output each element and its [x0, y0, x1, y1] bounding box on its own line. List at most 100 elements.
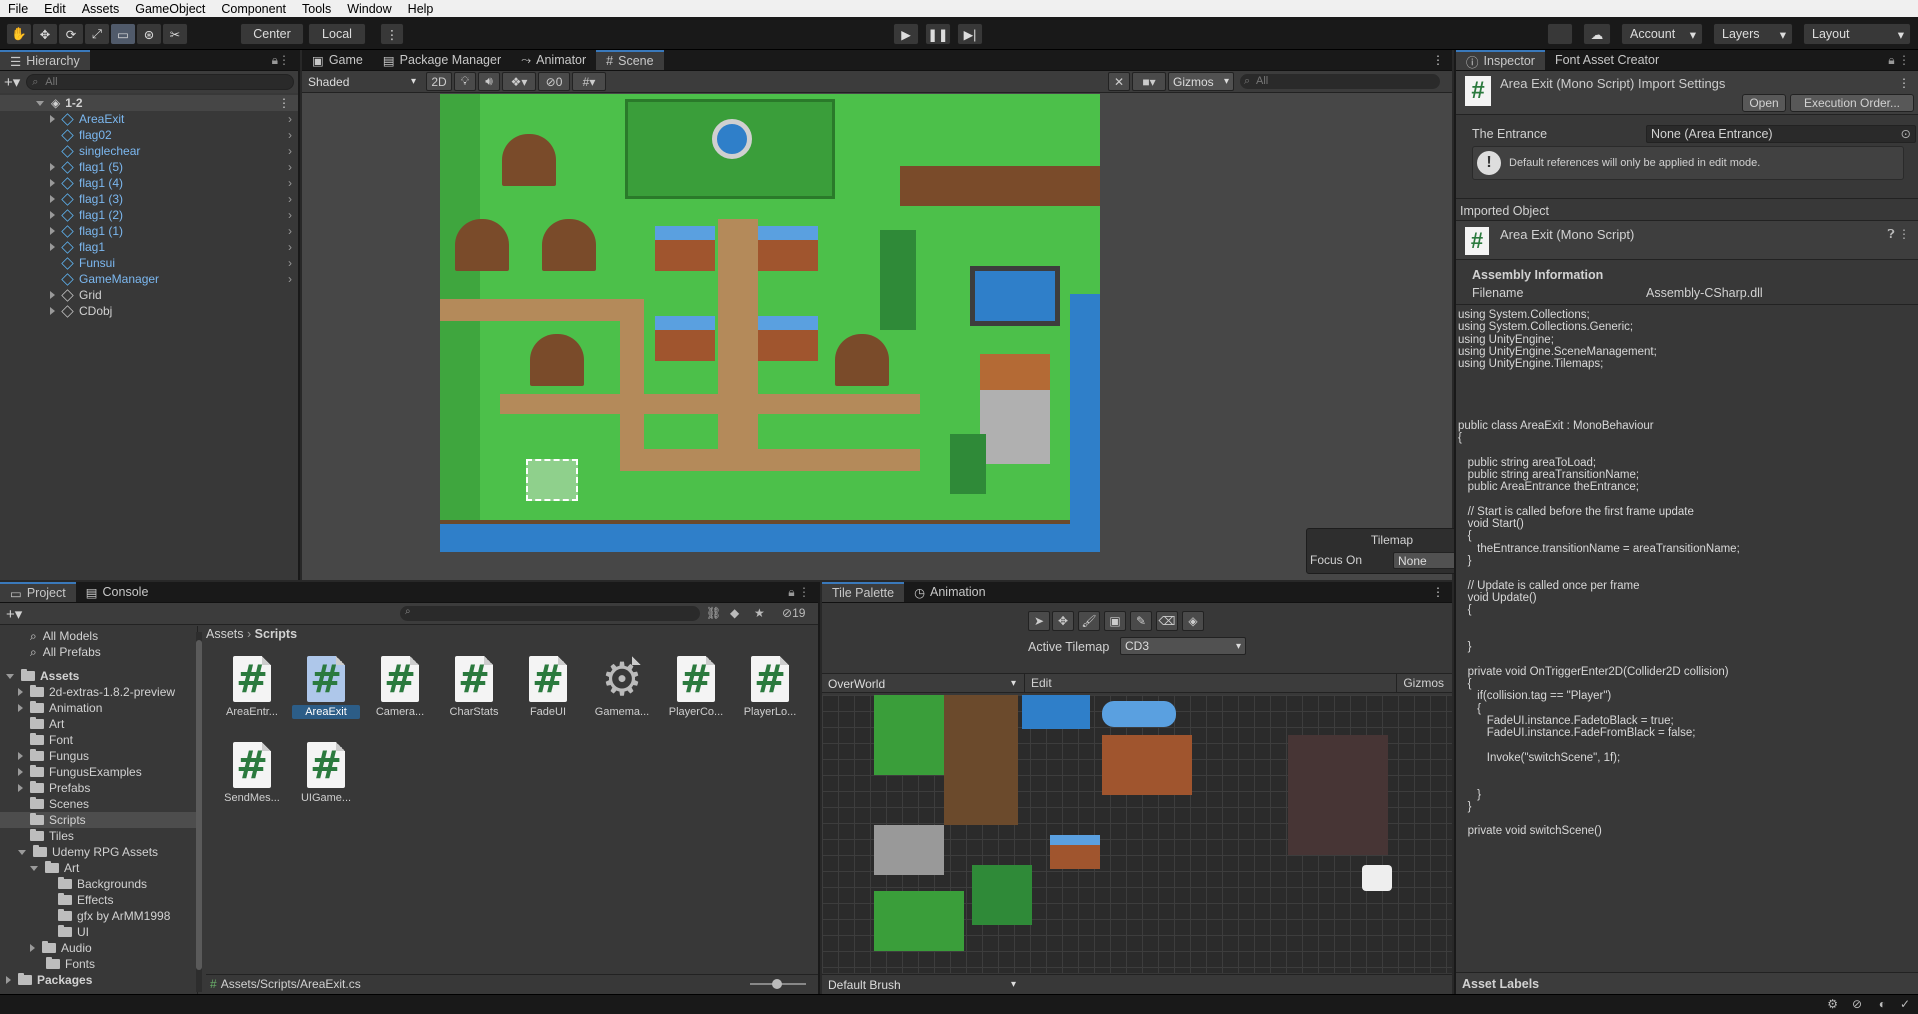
edit-palette-button[interactable]: Edit	[1024, 674, 1058, 693]
chevron-right-icon[interactable]: ›	[288, 176, 292, 190]
progress-icon[interactable]: ⊘	[1852, 997, 1862, 1011]
tab-game[interactable]: ▣ Game	[302, 50, 373, 70]
palette-tile-water[interactable]	[1022, 695, 1090, 729]
grid-icon[interactable]: #▾	[572, 72, 606, 91]
palette-tile-bush[interactable]	[972, 865, 1032, 925]
tree-folder[interactable]: Art	[0, 860, 197, 876]
paint-brush-icon[interactable]: 🖌︎	[1078, 611, 1100, 631]
check-icon[interactable]: ✓	[1900, 997, 1910, 1011]
hidden-packages-toggle[interactable]: ⊘19	[782, 606, 805, 620]
help-icon[interactable]: ❓︎ ⋮	[1887, 227, 1910, 242]
audio-icon[interactable]: 🔊︎	[478, 72, 500, 91]
menu-file[interactable]: File	[0, 2, 36, 16]
asset-script[interactable]: # CharStats	[440, 656, 508, 719]
palette-tile-cloud[interactable]	[1362, 865, 1392, 891]
brush-dropdown[interactable]: Default Brush	[824, 976, 1020, 993]
palette-tile-roof[interactable]	[1102, 735, 1192, 795]
asset-script[interactable]: # FadeUI	[514, 656, 582, 719]
expand-arrow-icon[interactable]	[50, 179, 55, 187]
chevron-right-icon[interactable]: ›	[288, 160, 292, 174]
tab-animation[interactable]: ◷ Animation	[904, 582, 996, 602]
icon-size-slider[interactable]	[750, 978, 806, 989]
tree-folder[interactable]: Assets	[0, 668, 197, 684]
tree-folder[interactable]: FungusExamples	[0, 764, 197, 780]
asset-script[interactable]: # AreaEntr...	[218, 656, 286, 719]
filter-by-label-icon[interactable]: ◆	[730, 606, 739, 620]
palette-tile-grass[interactable]	[874, 695, 944, 775]
pivot-center-button[interactable]: Center	[240, 23, 304, 45]
chevron-right-icon[interactable]: ›	[288, 192, 292, 206]
menu-gameobject[interactable]: GameObject	[127, 2, 213, 16]
create-plus-icon[interactable]: +▾	[6, 605, 22, 623]
asset-script[interactable]: # SendMes...	[218, 742, 286, 805]
expand-arrow-icon[interactable]	[6, 976, 11, 984]
lock-icon[interactable]: 🔒︎ ⋮	[1880, 50, 1918, 70]
scale-tool-icon[interactable]: ⤢	[84, 23, 110, 45]
gizmos-dropdown[interactable]: Gizmos	[1168, 72, 1234, 91]
scene-map[interactable]	[440, 94, 1100, 552]
eraser-icon[interactable]: ⌫	[1156, 611, 1178, 631]
menu-window[interactable]: Window	[339, 2, 399, 16]
entrance-object-field[interactable]: None (Area Entrance) ⊙	[1646, 125, 1916, 143]
hierarchy-item[interactable]: AreaExit ›	[0, 111, 298, 127]
layout-dropdown[interactable]: Layout ▾	[1803, 23, 1911, 45]
collapse-arrow-icon[interactable]	[6, 673, 14, 679]
slider-thumb[interactable]	[772, 978, 782, 989]
expand-arrow-icon[interactable]	[18, 752, 23, 760]
tab-font-asset-creator[interactable]: Font Asset Creator	[1545, 50, 1669, 70]
tree-folder[interactable]: Tiles	[0, 828, 197, 844]
chevron-right-icon[interactable]: ›	[288, 272, 292, 286]
chevron-right-icon[interactable]: ›	[288, 224, 292, 238]
move-tool-icon[interactable]: ✥	[32, 23, 58, 45]
pause-button[interactable]: ❚❚	[925, 23, 951, 45]
scene-search-input[interactable]: ⌕ All	[1240, 74, 1440, 89]
grid-snap-icon[interactable]: ⋮	[380, 23, 404, 45]
palette-tile-items[interactable]	[1288, 735, 1388, 855]
tree-folder[interactable]: Packages	[0, 972, 197, 988]
tab-scene[interactable]: # Scene	[596, 50, 664, 70]
tools-icon[interactable]: ✕	[1108, 72, 1130, 91]
select-tool-icon[interactable]: ➤	[1028, 611, 1050, 631]
kebab-icon[interactable]: ⋮	[1898, 76, 1910, 90]
expand-arrow-icon[interactable]	[50, 307, 55, 315]
tree-folder[interactable]: Art	[0, 716, 197, 732]
tree-folder-selected[interactable]: Scripts	[0, 812, 197, 828]
hierarchy-item[interactable]: flag1 (3) ›	[0, 191, 298, 207]
palette-dropdown[interactable]: OverWorld	[824, 675, 1020, 692]
hierarchy-item[interactable]: flag1 (5) ›	[0, 159, 298, 175]
palette-gizmos-button[interactable]: Gizmos	[1396, 674, 1450, 693]
expand-arrow-icon[interactable]	[50, 195, 55, 203]
pivot-local-button[interactable]: Local	[308, 23, 366, 45]
chevron-right-icon[interactable]: ›	[288, 256, 292, 270]
step-button[interactable]: ▶|	[957, 23, 983, 45]
move-tool-icon[interactable]: ✥	[1052, 611, 1074, 631]
tab-animator[interactable]: ⤳ Animator	[511, 50, 596, 70]
tree-folder[interactable]: Prefabs	[0, 780, 197, 796]
expand-arrow-icon[interactable]	[50, 115, 55, 123]
hierarchy-item[interactable]: singlechear ›	[0, 143, 298, 159]
favorite-item[interactable]: ⌕ All Models	[0, 628, 197, 644]
expand-arrow-icon[interactable]	[50, 243, 55, 251]
expand-arrow-icon[interactable]	[18, 768, 23, 776]
menu-assets[interactable]: Assets	[74, 2, 128, 16]
hierarchy-item[interactable]: CDobj	[0, 303, 298, 319]
open-button[interactable]: Open	[1742, 94, 1786, 112]
custom-tool-icon[interactable]: ✂	[162, 23, 188, 45]
chevron-right-icon[interactable]: ›	[288, 208, 292, 222]
expand-arrow-icon[interactable]	[50, 291, 55, 299]
asset-script[interactable]: # PlayerLo...	[736, 656, 804, 719]
chevron-right-icon[interactable]: ›	[288, 144, 292, 158]
expand-arrow-icon[interactable]	[30, 944, 35, 952]
menu-edit[interactable]: Edit	[36, 2, 74, 16]
project-search-input[interactable]: ⌕	[400, 606, 700, 621]
expand-arrow-icon[interactable]	[18, 784, 23, 792]
tab-hierarchy[interactable]: ☰ Hierarchy	[0, 50, 90, 70]
hierarchy-item[interactable]: GameManager ›	[0, 271, 298, 287]
scene-row[interactable]: ◈ 1-2 ⋮	[0, 95, 298, 111]
play-button[interactable]: ▶	[893, 23, 919, 45]
tab-package-manager[interactable]: ▤ Package Manager	[373, 50, 511, 70]
palette-tile-fountain[interactable]	[1102, 701, 1176, 727]
tree-folder[interactable]: gfx by ArMM1998	[0, 908, 197, 924]
chevron-right-icon[interactable]: ›	[288, 240, 292, 254]
debug-icon[interactable]: ⚙	[1827, 997, 1838, 1011]
